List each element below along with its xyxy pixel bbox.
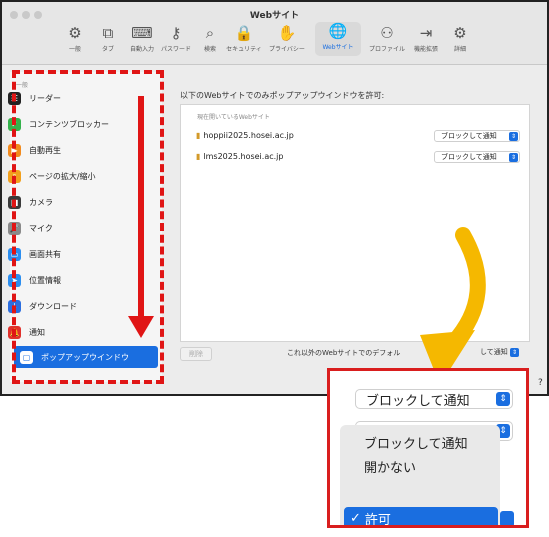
chevron-updown-icon [500, 511, 514, 525]
tab-privacy[interactable]: ✋ プライバシー [264, 24, 310, 53]
site-favicon-icon: ▮ [196, 131, 201, 140]
allow-popups-description: 以下のWebサイトでのみポップアップウインドウを許可: [180, 91, 385, 100]
site-row: ▮ lms2025.hosei.ac.jp [196, 152, 283, 161]
menu-option-label: 許可 [364, 512, 391, 528]
default-setting-label: これ以外のWebサイトでのデフォル [287, 349, 401, 357]
menu-option-block-notify[interactable]: ブロックして通知 [364, 433, 468, 452]
chevron-updown-icon: ⇕ [509, 132, 518, 141]
delete-button[interactable]: 削除 [180, 347, 212, 361]
tab-label: プライバシー [269, 46, 305, 53]
hand-icon: ✋ [277, 24, 297, 42]
annotation-arrow-shaft [138, 96, 144, 318]
popup-value: ブロックして通知 [366, 393, 470, 409]
window-title: Webサイト [249, 11, 300, 21]
menu-option-do-not-open[interactable]: 開かない [364, 457, 416, 476]
toolbar: Webサイト ⚙ 一般 ⧉ タブ ⌨ 自動入力 ⚷ パスワード ⌕ 検索 🔒 セ… [2, 2, 547, 65]
advanced-gear-icon: ⚙ [453, 24, 467, 42]
annotation-arrow-head-icon [128, 316, 154, 338]
zoom-callout: ブロックして通知 ⇕ 許可 ⇕ ブロックして通知 開かない ✓ 許可 [327, 368, 529, 528]
tab-label: セキュリティ [226, 46, 262, 53]
globe-icon: 🌐 [328, 22, 348, 40]
site-setting-popup[interactable]: ブロックして通知 ⇕ [434, 151, 520, 163]
popup-value: ブロックして通知 [441, 132, 497, 140]
chevron-updown-icon: ⇕ [496, 392, 510, 406]
chevron-updown-icon: ⇕ [510, 347, 520, 357]
tab-label: 詳細 [453, 46, 466, 53]
tab-label: Webサイト [322, 44, 354, 51]
popup-value: ブロックして通知 [441, 153, 497, 161]
site-favicon-icon: ▮ [196, 152, 201, 161]
tab-advanced[interactable]: ⚙ 詳細 [437, 24, 483, 53]
tab-websites[interactable]: 🌐 Webサイト [315, 22, 361, 56]
menu-option-allow-selected[interactable]: ✓ 許可 [344, 507, 498, 528]
checkmark-icon: ✓ [350, 510, 361, 526]
lock-icon: 🔒 [234, 24, 254, 42]
help-icon[interactable]: ? [538, 378, 543, 388]
zoom-popup-block-notify[interactable]: ブロックして通知 ⇕ [355, 389, 513, 409]
tab-security[interactable]: 🔒 セキュリティ [221, 24, 267, 53]
site-host: lms2025.hosei.ac.jp [203, 152, 284, 161]
chevron-updown-icon: ⇕ [509, 153, 518, 162]
site-host: hoppii2025.hosei.ac.jp [203, 131, 294, 140]
site-setting-popup[interactable]: ブロックして通知 ⇕ [434, 130, 520, 142]
site-row: ▮ hoppii2025.hosei.ac.jp [196, 131, 294, 140]
list-section-header: 現在開いているWebサイト [197, 114, 270, 121]
